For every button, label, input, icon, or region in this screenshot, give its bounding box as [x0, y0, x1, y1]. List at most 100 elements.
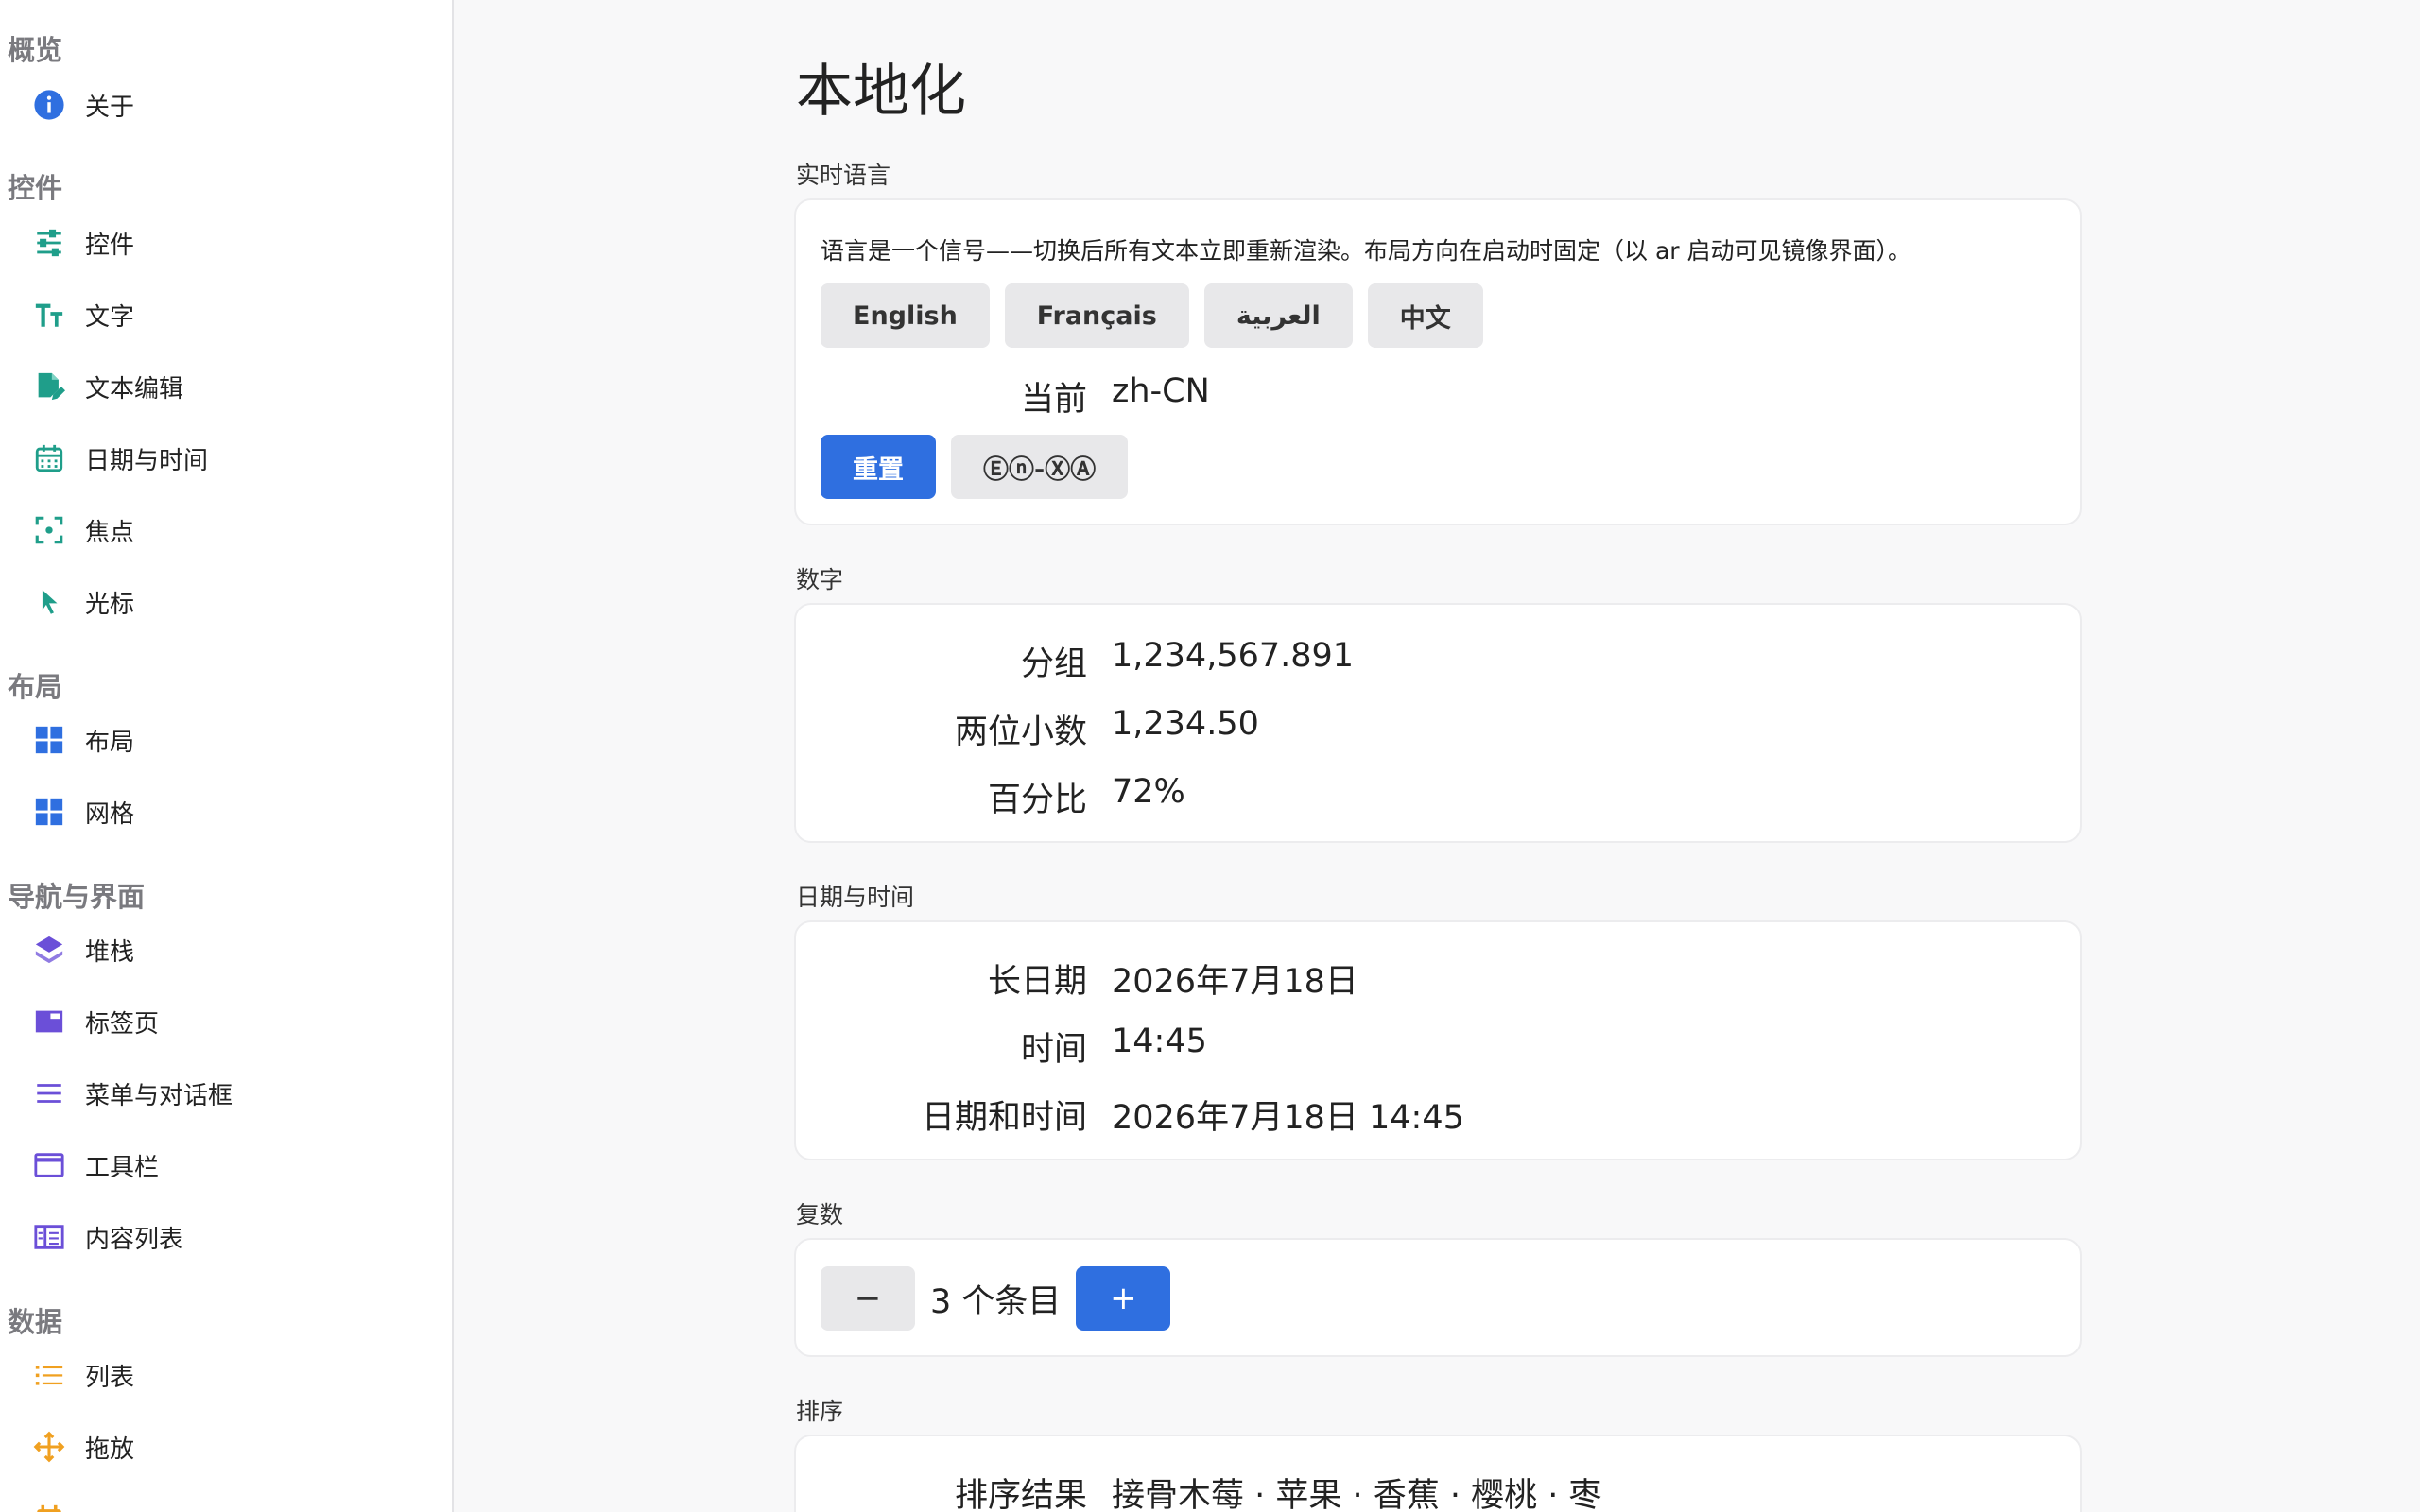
numbers-card: 分组 1,234,567.891 两位小数 1,234.50 百分比 72% — [794, 603, 2082, 843]
sidebar-item-label: 列表 — [85, 1363, 135, 1392]
sidebar-item-label: 菜单与对话框 — [85, 1081, 233, 1110]
language-arabic-button[interactable]: العربية — [1203, 284, 1353, 348]
sidebar-item-label: 文本编辑 — [85, 374, 184, 404]
sidebar-item-label: 日期与时间 — [85, 446, 209, 475]
number-value: 1,234.50 — [1112, 705, 1259, 743]
section-label-plural: 复数 — [796, 1201, 844, 1228]
datetime-key: 时间 — [1020, 1031, 1087, 1069]
increment-button[interactable]: + — [1076, 1266, 1171, 1331]
sidebar-item-stack[interactable]: 堆栈 — [32, 922, 441, 977]
nav-section-data: 数据 — [8, 1306, 63, 1338]
number-row: 百分比 72% — [796, 773, 2080, 830]
tab-icon — [32, 1005, 66, 1039]
sidebar-item-label: 内容列表 — [85, 1225, 184, 1254]
sidebar-item-label: 工具栏 — [85, 1153, 160, 1182]
number-key: 分组 — [1020, 645, 1087, 683]
current-locale-value: zh-CN — [1112, 372, 1210, 410]
datetime-row: 时间 14:45 — [796, 1022, 2080, 1079]
language-french-button[interactable]: Français — [1004, 284, 1189, 348]
window-icon — [32, 1148, 66, 1182]
language-chinese-button[interactable]: 中文 — [1367, 284, 1483, 348]
language-buttons: English Français العربية 中文 — [821, 284, 1483, 348]
plural-card: − 3 个条目 + — [794, 1238, 2082, 1357]
sidebar-item-label: 标签页 — [85, 1009, 160, 1039]
sidebar-item-label: 网格 — [85, 799, 135, 829]
focus-icon — [32, 513, 66, 547]
number-key: 两位小数 — [954, 713, 1087, 751]
menu-icon — [32, 1076, 66, 1110]
sidebar-item-content-list[interactable]: 内容列表 — [32, 1210, 441, 1264]
section-label-numbers: 数字 — [796, 566, 844, 593]
sidebar-item-text[interactable]: 文字 — [32, 287, 441, 342]
number-row: 两位小数 1,234.50 — [796, 705, 2080, 762]
sidebar-item-cursor[interactable]: 光标 — [32, 575, 441, 629]
datetime-card: 长日期 2026年7月18日 时间 14:45 日期和时间 2026年7月18日… — [794, 920, 2082, 1160]
edit-document-icon — [32, 369, 66, 404]
number-value: 1,234,567.891 — [1112, 637, 1355, 675]
datetime-row: 日期和时间 2026年7月18日 14:45 — [796, 1091, 2080, 1147]
sliders-icon — [32, 226, 66, 260]
datetime-key: 日期和时间 — [921, 1099, 1087, 1137]
section-label-datetime: 日期与时间 — [796, 884, 915, 911]
sidebar-item-label: 堆栈 — [85, 937, 135, 967]
sidebar-item-label: 布局 — [85, 728, 135, 757]
columns-icon — [32, 1220, 66, 1254]
datetime-value: 2026年7月18日 — [1112, 963, 1358, 1001]
sidebar-item-label: 拖放 — [85, 1435, 135, 1464]
live-language-card: 语言是一个信号——切换后所有文本立即重新渲染。布局方向在启动时固定（以 ar 启… — [794, 198, 2082, 525]
sidebar-item-drag-drop[interactable]: 拖放 — [32, 1419, 441, 1474]
grid-icon — [32, 723, 66, 757]
sidebar-item-layout[interactable]: 布局 — [32, 713, 441, 767]
sidebar-item-label: 焦点 — [85, 518, 135, 547]
sidebar-item-partial[interactable]: … — [32, 1491, 441, 1512]
cursor-icon — [32, 585, 66, 619]
current-locale-key: 当前 — [1020, 381, 1087, 419]
number-row: 分组 1,234,567.891 — [796, 637, 2080, 694]
sidebar-item-label: … — [85, 1504, 110, 1512]
datetime-row: 长日期 2026年7月18日 — [796, 954, 2080, 1011]
sidebar-item-menus-dialogs[interactable]: 菜单与对话框 — [32, 1066, 441, 1121]
sidebar-item-about[interactable]: 关于 — [32, 77, 441, 132]
nav-section-navigation: 导航与界面 — [8, 881, 146, 913]
sidebar-item-grid[interactable]: 网格 — [32, 784, 441, 839]
datetime-value: 2026年7月18日 14:45 — [1112, 1099, 1464, 1137]
sidebar-item-toolbar[interactable]: 工具栏 — [32, 1138, 441, 1193]
sidebar-item-text-editing[interactable]: 文本编辑 — [32, 359, 441, 414]
pseudo-locale-button[interactable]: Ⓔⓝ-ⓍⒶ — [951, 435, 1129, 499]
list-icon — [32, 1358, 66, 1392]
sidebar-item-list[interactable]: 列表 — [32, 1348, 441, 1402]
sidebar-item-controls[interactable]: 控件 — [32, 215, 441, 270]
decrement-button[interactable]: − — [821, 1266, 915, 1331]
nav-section-controls: 控件 — [8, 172, 63, 204]
plural-count-text: 3 个条目 — [930, 1282, 1062, 1321]
section-label-sorting: 排序 — [796, 1398, 844, 1425]
calendar-icon — [32, 1502, 66, 1512]
grid-icon — [32, 795, 66, 829]
datetime-key: 长日期 — [987, 963, 1087, 1001]
info-icon — [32, 88, 66, 122]
sorting-card: 排序结果 接骨木莓 · 苹果 · 香蕉 · 樱桃 · 枣 — [794, 1435, 2082, 1512]
sorting-key: 排序结果 — [954, 1477, 1087, 1512]
sidebar-item-tabs[interactable]: 标签页 — [32, 994, 441, 1049]
sorting-row: 排序结果 接骨木莓 · 苹果 · 香蕉 · 樱桃 · 枣 — [796, 1469, 2080, 1512]
nav-section-overview: 概览 — [8, 34, 63, 66]
sidebar-item-focus[interactable]: 焦点 — [32, 503, 441, 558]
sidebar-item-label: 光标 — [85, 590, 135, 619]
language-english-button[interactable]: English — [821, 284, 990, 348]
calendar-icon — [32, 441, 66, 475]
plural-stepper: − 3 个条目 + — [821, 1266, 1171, 1331]
move-icon — [32, 1430, 66, 1464]
sidebar-item-label: 控件 — [85, 231, 135, 260]
current-locale-row: 当前 zh-CN — [796, 372, 2080, 429]
section-label-live-language: 实时语言 — [796, 162, 891, 189]
sidebar-item-label: 文字 — [85, 302, 135, 332]
number-key: 百分比 — [987, 782, 1087, 819]
page-title: 本地化 — [796, 59, 966, 125]
locale-actions: 重置 Ⓔⓝ-ⓍⒶ — [821, 435, 1129, 499]
datetime-value: 14:45 — [1112, 1022, 1207, 1060]
number-value: 72% — [1112, 773, 1185, 811]
sidebar-item-date-time[interactable]: 日期与时间 — [32, 431, 441, 486]
live-language-description: 语言是一个信号——切换后所有文本立即重新渲染。布局方向在启动时固定（以 ar 启… — [821, 237, 1911, 265]
text-size-icon — [32, 298, 66, 332]
reset-button[interactable]: 重置 — [821, 435, 936, 499]
